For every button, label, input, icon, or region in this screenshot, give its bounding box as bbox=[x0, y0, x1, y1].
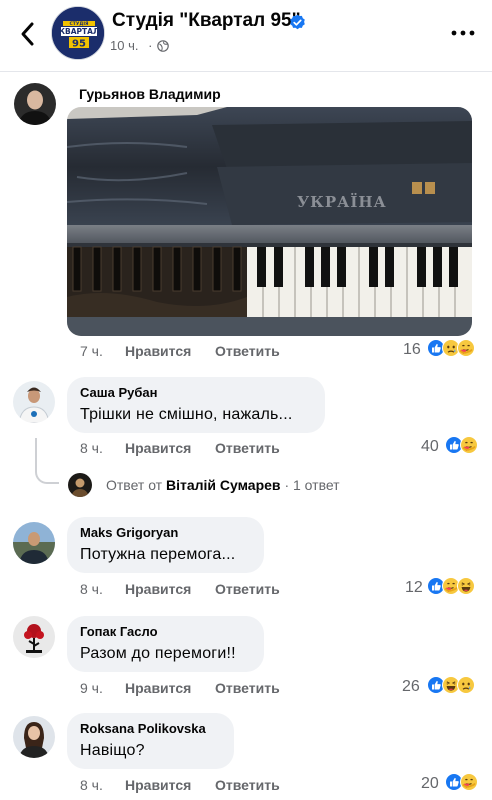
comment-text: Потужна перемога... bbox=[80, 546, 236, 563]
reply-prefix: Ответ от bbox=[106, 477, 163, 493]
comment-author[interactable]: Гурьянов Владимир bbox=[79, 86, 221, 102]
reactions-count: 20 bbox=[421, 775, 439, 792]
post-meta: 10 ч. · bbox=[110, 38, 152, 53]
page-avatar[interactable]: СТУДІЯ КВАРТАЛ 95 bbox=[51, 6, 105, 60]
more-dots-icon[interactable] bbox=[448, 26, 478, 40]
reactions-summary[interactable]: 12 bbox=[404, 577, 488, 601]
comment-author[interactable]: Гопак Гасло bbox=[80, 624, 158, 639]
comment-bubble: Roksana Polikovska Навіщо? bbox=[67, 713, 234, 769]
avatar-text-main: КВАРТАЛ bbox=[59, 27, 99, 36]
reactions-count: 12 bbox=[405, 579, 423, 596]
avatar[interactable] bbox=[13, 716, 55, 758]
avatar bbox=[68, 473, 92, 497]
reply-author[interactable]: Віталій Сумарев bbox=[166, 477, 281, 493]
avatar-text-num: 95 bbox=[72, 39, 86, 50]
reply-thread-text[interactable]: Ответ от Віталій Сумарев · 1 ответ bbox=[106, 477, 340, 493]
comment-author[interactable]: Roksana Polikovska bbox=[80, 721, 206, 736]
like-button[interactable]: Нравится bbox=[125, 440, 191, 456]
reply-button[interactable]: Ответить bbox=[215, 343, 280, 359]
globe-icon bbox=[157, 40, 169, 52]
reactions-count: 40 bbox=[421, 438, 439, 455]
care-reaction-icon bbox=[460, 773, 478, 791]
reactions-summary[interactable]: 16 bbox=[400, 339, 488, 363]
reply-button[interactable]: Ответить bbox=[215, 581, 280, 597]
verified-badge-icon bbox=[290, 14, 305, 30]
avatar[interactable] bbox=[13, 616, 55, 658]
reply-count: 1 ответ bbox=[293, 477, 340, 493]
post-header: СТУДІЯ КВАРТАЛ 95 Студія "Квартал 95" 10… bbox=[0, 0, 492, 72]
sad-reaction-icon bbox=[457, 676, 475, 694]
care-reaction-icon bbox=[460, 436, 478, 454]
comment-time[interactable]: 9 ч. bbox=[80, 680, 103, 696]
meta-separator: · bbox=[148, 38, 153, 53]
care-reaction-icon bbox=[457, 339, 475, 357]
reply-button[interactable]: Ответить bbox=[215, 777, 280, 793]
comment-bubble: Саша Рубан Трішки не смішно, нажаль... bbox=[67, 377, 325, 433]
like-button[interactable]: Нравится bbox=[125, 343, 191, 359]
comment-author[interactable]: Maks Grigoryan bbox=[80, 525, 178, 540]
comment-time[interactable]: 8 ч. bbox=[80, 581, 103, 597]
comment-text: Навіщо? bbox=[80, 742, 145, 759]
comment-image-piano[interactable]: УКРАЇНА bbox=[67, 107, 472, 336]
back-chevron-icon[interactable] bbox=[16, 20, 40, 48]
comment-time[interactable]: 8 ч. bbox=[80, 440, 103, 456]
like-button[interactable]: Нравится bbox=[125, 777, 191, 793]
thread-connector bbox=[35, 438, 59, 484]
avatar[interactable] bbox=[14, 83, 56, 125]
reply-separator: · bbox=[284, 477, 290, 493]
comment-text: Трішки не смішно, нажаль... bbox=[80, 406, 293, 423]
avatar[interactable] bbox=[13, 522, 55, 564]
comment-author[interactable]: Саша Рубан bbox=[80, 385, 157, 400]
haha-reaction-icon bbox=[457, 577, 475, 595]
reply-button[interactable]: Ответить bbox=[215, 680, 280, 696]
like-button[interactable]: Нравится bbox=[125, 581, 191, 597]
comment-actions: 8 ч. Нравится Ответить bbox=[80, 777, 300, 795]
page-name[interactable]: Студія "Квартал 95" bbox=[112, 10, 301, 32]
reply-button[interactable]: Ответить bbox=[215, 440, 280, 456]
comment-time[interactable]: 8 ч. bbox=[80, 777, 103, 793]
post-time[interactable]: 10 ч. bbox=[110, 38, 138, 53]
comment-time[interactable]: 7 ч. bbox=[80, 343, 103, 359]
piano-brand-text: УКРАЇНА bbox=[297, 192, 387, 211]
reactions-summary[interactable]: 20 bbox=[418, 773, 488, 797]
reactions-count: 16 bbox=[403, 341, 421, 358]
reactions-summary[interactable]: 26 bbox=[402, 676, 488, 700]
comment-actions: 9 ч. Нравится Ответить bbox=[80, 680, 300, 698]
like-button[interactable]: Нравится bbox=[125, 680, 191, 696]
comment-actions: 7 ч. Нравится Ответить bbox=[80, 343, 300, 361]
reactions-summary[interactable]: 40 bbox=[418, 436, 488, 460]
comment-actions: 8 ч. Нравится Ответить bbox=[80, 440, 300, 458]
reactions-count: 26 bbox=[402, 678, 420, 695]
comment-text: Разом до перемоги!! bbox=[80, 645, 236, 662]
avatar[interactable] bbox=[13, 381, 55, 423]
comment-bubble: Maks Grigoryan Потужна перемога... bbox=[67, 517, 264, 573]
comment-bubble: Гопак Гасло Разом до перемоги!! bbox=[67, 616, 264, 672]
comment-actions: 8 ч. Нравится Ответить bbox=[80, 581, 300, 599]
